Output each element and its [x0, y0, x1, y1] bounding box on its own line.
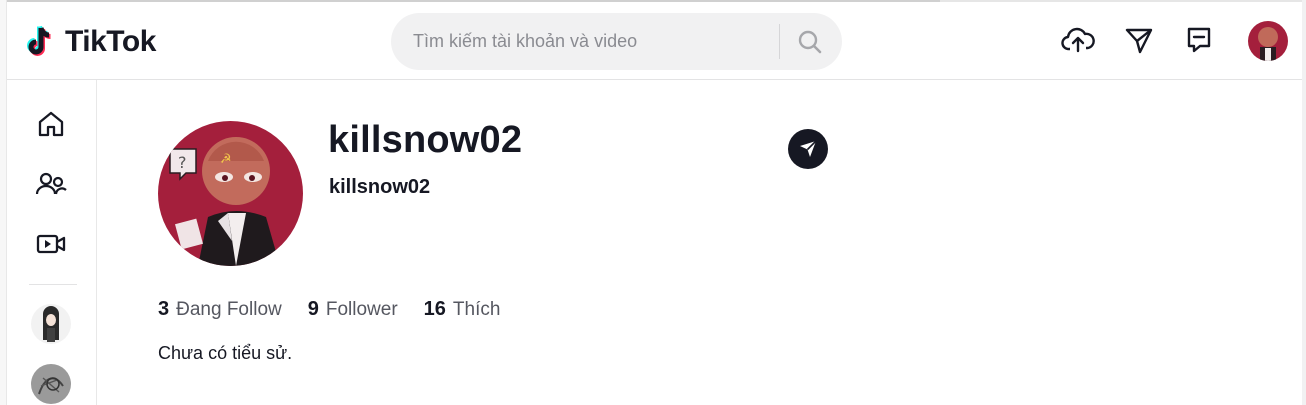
following-avatar-image — [31, 304, 71, 344]
search-icon — [798, 30, 822, 53]
inbox-message-icon — [1187, 27, 1211, 53]
profile-bio: Chưa có tiểu sử. — [158, 343, 293, 363]
profile-username-title: killsnow02 — [328, 119, 523, 161]
profile-avatar-image: ? ☭ — [158, 121, 303, 266]
stat-followers[interactable]: 9 Follower — [308, 298, 398, 321]
home-icon — [38, 111, 64, 137]
following-users-icon — [35, 172, 67, 195]
sidebar-divider — [29, 284, 77, 285]
send-icon — [1125, 28, 1153, 54]
avatar[interactable] — [1248, 21, 1288, 61]
messages-button[interactable] — [1121, 22, 1157, 58]
upload-cloud-icon — [1061, 27, 1095, 53]
following-avatar-image — [31, 364, 71, 404]
sidebar-following-account[interactable] — [31, 364, 71, 404]
live-video-icon — [36, 234, 66, 254]
search-button[interactable] — [780, 13, 840, 70]
stat-value: 9 — [307, 298, 319, 320]
sidebar-item-following[interactable] — [31, 164, 71, 204]
tiktok-note-icon — [27, 25, 51, 56]
window-left-border — [0, 0, 7, 405]
stat-label: Đang Follow — [176, 299, 282, 320]
stat-value: 3 — [158, 298, 170, 320]
share-button[interactable] — [788, 129, 828, 169]
search-bar — [391, 13, 842, 70]
inbox-button[interactable] — [1181, 22, 1217, 58]
profile-stats: 3 Đang Follow 9 Follower 16 Thích — [158, 298, 526, 321]
send-icon — [800, 140, 817, 157]
top-header: TikTok — [7, 2, 1302, 80]
stat-value: 16 — [423, 298, 446, 320]
sidebar-item-home[interactable] — [31, 104, 71, 144]
svg-text:?: ? — [178, 153, 187, 172]
upload-button[interactable] — [1060, 22, 1096, 58]
profile-avatar[interactable]: ? ☭ — [158, 121, 303, 266]
window-right-scrollbar[interactable] — [1302, 0, 1306, 405]
search-input[interactable] — [411, 20, 765, 63]
svg-text:☭: ☭ — [220, 152, 232, 167]
sidebar-item-live[interactable] — [31, 224, 71, 264]
stat-following[interactable]: 3 Đang Follow — [158, 298, 282, 321]
stat-label: Thích — [452, 299, 501, 320]
sidebar-following-account[interactable] — [31, 304, 71, 344]
tiktok-logo[interactable]: TikTok — [27, 22, 156, 62]
sidebar — [7, 80, 97, 405]
profile-nickname: killsnow02 — [329, 176, 431, 198]
stat-likes: 16 Thích — [424, 298, 501, 321]
logo-text: TikTok — [65, 25, 156, 58]
stat-label: Follower — [325, 299, 398, 320]
avatar-image — [1248, 21, 1288, 61]
